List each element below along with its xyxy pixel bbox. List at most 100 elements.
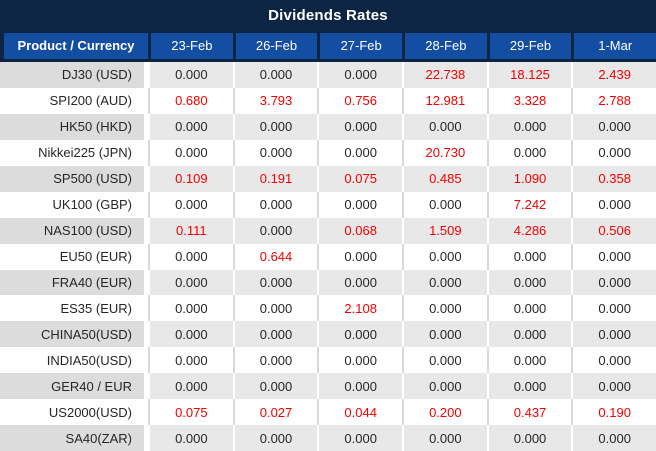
rate-value: 20.730	[402, 140, 487, 166]
rate-value: 0.109	[148, 166, 233, 192]
table-row: ES35 (EUR) 0.0000.0002.1080.0000.0000.00…	[0, 295, 656, 321]
rate-value: 1.090	[487, 166, 572, 192]
rate-value: 0.000	[233, 295, 318, 321]
column-header-date-4: 28-Feb	[405, 33, 487, 59]
rate-value: 0.000	[148, 321, 233, 347]
table-row: UK100 (GBP) 0.0000.0000.0000.0007.2420.0…	[0, 192, 656, 218]
rate-value: 0.000	[233, 425, 318, 451]
rate-value: 7.242	[487, 192, 572, 218]
rate-value: 0.000	[233, 347, 318, 373]
product-label: ES35 (EUR)	[0, 295, 148, 321]
rate-value: 0.000	[487, 114, 572, 140]
product-label: SP500 (USD)	[0, 166, 148, 192]
rate-value: 0.644	[233, 244, 318, 270]
rate-value: 0.000	[402, 373, 487, 399]
rate-value: 0.000	[487, 321, 572, 347]
rate-value: 0.000	[487, 295, 572, 321]
rate-value: 0.000	[402, 321, 487, 347]
rate-value: 0.068	[317, 218, 402, 244]
column-header-product: Product / Currency	[4, 33, 148, 59]
rate-value: 0.000	[233, 218, 318, 244]
rate-value: 3.793	[233, 88, 318, 114]
rate-value: 0.000	[571, 244, 656, 270]
rate-value: 0.000	[148, 373, 233, 399]
column-header-date-1: 23-Feb	[151, 33, 233, 59]
rate-value: 0.000	[148, 347, 233, 373]
rate-value: 0.000	[571, 321, 656, 347]
rate-value: 0.000	[487, 425, 572, 451]
table-title: Dividends Rates	[0, 0, 656, 30]
product-label: Nikkei225 (JPN)	[0, 140, 148, 166]
table-row: GER40 / EUR 0.0000.0000.0000.0000.0000.0…	[0, 373, 656, 399]
rate-value: 0.000	[571, 425, 656, 451]
rate-value: 0.506	[571, 218, 656, 244]
rate-value: 0.000	[402, 347, 487, 373]
rate-value: 0.000	[233, 270, 318, 296]
rate-value: 0.000	[233, 62, 318, 88]
rate-value: 0.000	[571, 192, 656, 218]
rate-value: 0.000	[317, 244, 402, 270]
rate-value: 0.000	[233, 140, 318, 166]
rate-value: 0.000	[317, 140, 402, 166]
product-label: UK100 (GBP)	[0, 192, 148, 218]
rate-value: 0.680	[148, 88, 233, 114]
rate-value: 0.437	[487, 399, 572, 425]
rate-value: 0.000	[317, 270, 402, 296]
rate-value: 0.000	[487, 347, 572, 373]
table-row: FRA40 (EUR) 0.0000.0000.0000.0000.0000.0…	[0, 270, 656, 296]
table-row: DJ30 (USD) 0.0000.0000.00022.73818.1252.…	[0, 62, 656, 88]
rate-value: 18.125	[487, 62, 572, 88]
rate-value: 0.000	[148, 62, 233, 88]
rate-value: 0.000	[148, 244, 233, 270]
rate-value: 0.000	[571, 270, 656, 296]
rate-value: 0.000	[317, 347, 402, 373]
product-label: CHINA50(USD)	[0, 321, 148, 347]
rate-value: 2.108	[317, 295, 402, 321]
rate-value: 0.000	[148, 140, 233, 166]
rate-value: 0.200	[402, 399, 487, 425]
column-header-date-5: 29-Feb	[490, 33, 572, 59]
rate-value: 0.358	[571, 166, 656, 192]
table-row: SP500 (USD) 0.1090.1910.0750.4851.0900.3…	[0, 166, 656, 192]
rate-value: 0.000	[317, 373, 402, 399]
rate-value: 0.000	[233, 321, 318, 347]
product-label: FRA40 (EUR)	[0, 270, 148, 296]
table-body: DJ30 (USD) 0.0000.0000.00022.73818.1252.…	[0, 62, 656, 451]
rate-value: 0.000	[402, 425, 487, 451]
product-label: US2000(USD)	[0, 399, 148, 425]
rate-value: 4.286	[487, 218, 572, 244]
rate-value: 0.000	[487, 270, 572, 296]
product-label: DJ30 (USD)	[0, 62, 148, 88]
rate-value: 0.000	[571, 114, 656, 140]
table-row: SA40(ZAR) 0.0000.0000.0000.0000.0000.000	[0, 425, 656, 451]
rate-value: 0.044	[317, 399, 402, 425]
rate-value: 0.075	[317, 166, 402, 192]
table-row: US2000(USD) 0.0750.0270.0440.2000.4370.1…	[0, 399, 656, 425]
rate-value: 0.190	[571, 399, 656, 425]
rate-value: 12.981	[402, 88, 487, 114]
rate-value: 0.000	[317, 192, 402, 218]
product-label: HK50 (HKD)	[0, 114, 148, 140]
rate-value: 0.000	[148, 192, 233, 218]
table-row: SPI200 (AUD) 0.6803.7930.75612.9813.3282…	[0, 88, 656, 114]
product-label: INDIA50(USD)	[0, 347, 148, 373]
product-label: GER40 / EUR	[0, 373, 148, 399]
rate-value: 0.000	[402, 192, 487, 218]
rate-value: 2.788	[571, 88, 656, 114]
rate-value: 0.111	[148, 218, 233, 244]
rate-value: 0.000	[402, 270, 487, 296]
rate-value: 22.738	[402, 62, 487, 88]
column-header-date-6: 1-Mar	[574, 33, 656, 59]
table-row: INDIA50(USD) 0.0000.0000.0000.0000.0000.…	[0, 347, 656, 373]
rate-value: 0.000	[317, 114, 402, 140]
table-row: HK50 (HKD) 0.0000.0000.0000.0000.0000.00…	[0, 114, 656, 140]
rate-value: 0.000	[148, 295, 233, 321]
table-row: CHINA50(USD) 0.0000.0000.0000.0000.0000.…	[0, 321, 656, 347]
column-header-date-3: 27-Feb	[320, 33, 402, 59]
product-label: SPI200 (AUD)	[0, 88, 148, 114]
rate-value: 0.756	[317, 88, 402, 114]
rate-value: 0.000	[487, 373, 572, 399]
rate-value: 0.000	[402, 244, 487, 270]
rate-value: 2.439	[571, 62, 656, 88]
table-row: EU50 (EUR) 0.0000.6440.0000.0000.0000.00…	[0, 244, 656, 270]
